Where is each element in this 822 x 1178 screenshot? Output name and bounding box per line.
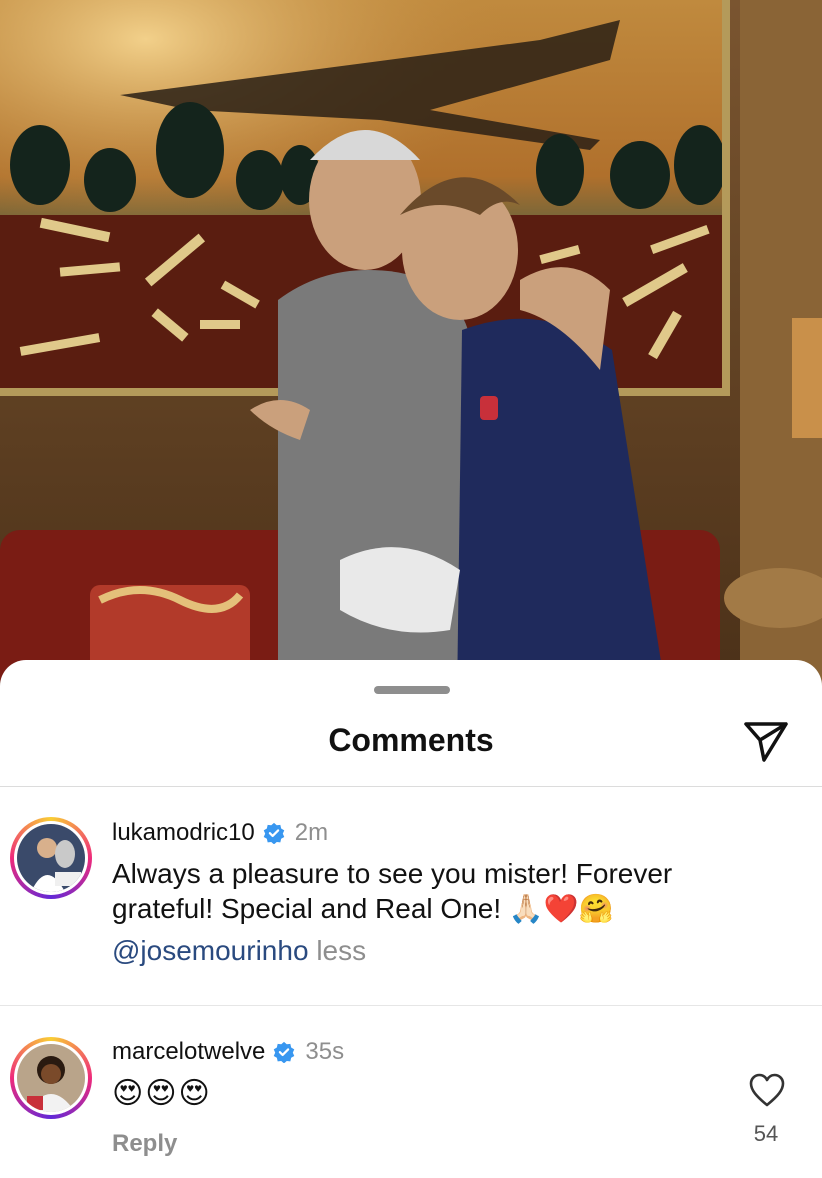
comment-emojis: 🙏🏻❤️🤗 — [508, 893, 614, 924]
reply-button[interactable]: Reply — [112, 1130, 177, 1158]
like-button[interactable] — [748, 1072, 786, 1108]
comment-item: marcelotwelve 35s 😍😍😍 Reply 54 — [0, 1006, 822, 1178]
like-count: 54 — [753, 1121, 779, 1146]
comments-sheet: Comments lukamodric10 2m Always a pleasu… — [0, 660, 822, 1178]
comment-time: 35s — [305, 1038, 345, 1065]
less-link[interactable]: less — [316, 935, 366, 966]
comment-item: lukamodric10 2m Always a pleasure to see… — [0, 787, 822, 1007]
post-photo — [0, 0, 822, 700]
comment-mention-line: @josemourinho less — [112, 935, 366, 967]
verified-badge-icon — [274, 1041, 295, 1063]
comment-text: Always a pleasure to see you mister! For… — [112, 856, 752, 926]
comment-time: 2m — [294, 819, 329, 846]
comment-username[interactable]: marcelotwelve — [112, 1038, 265, 1066]
post-photo-illustration — [0, 0, 822, 700]
comment-username[interactable]: lukamodric10 — [112, 819, 255, 847]
verified-badge-icon — [263, 822, 285, 844]
story-ring[interactable] — [10, 817, 92, 899]
mention-link[interactable]: @josemourinho — [112, 935, 309, 966]
heart-outline-icon — [749, 1073, 785, 1107]
paper-plane-icon — [744, 722, 788, 762]
story-ring[interactable] — [10, 1037, 92, 1119]
comment-emojis: 😍😍😍 — [112, 1077, 212, 1110]
avatar — [17, 1044, 85, 1112]
sheet-title: Comments — [328, 722, 494, 758]
sheet-grabber[interactable] — [374, 686, 450, 694]
share-button[interactable] — [738, 718, 792, 764]
avatar — [17, 824, 85, 892]
